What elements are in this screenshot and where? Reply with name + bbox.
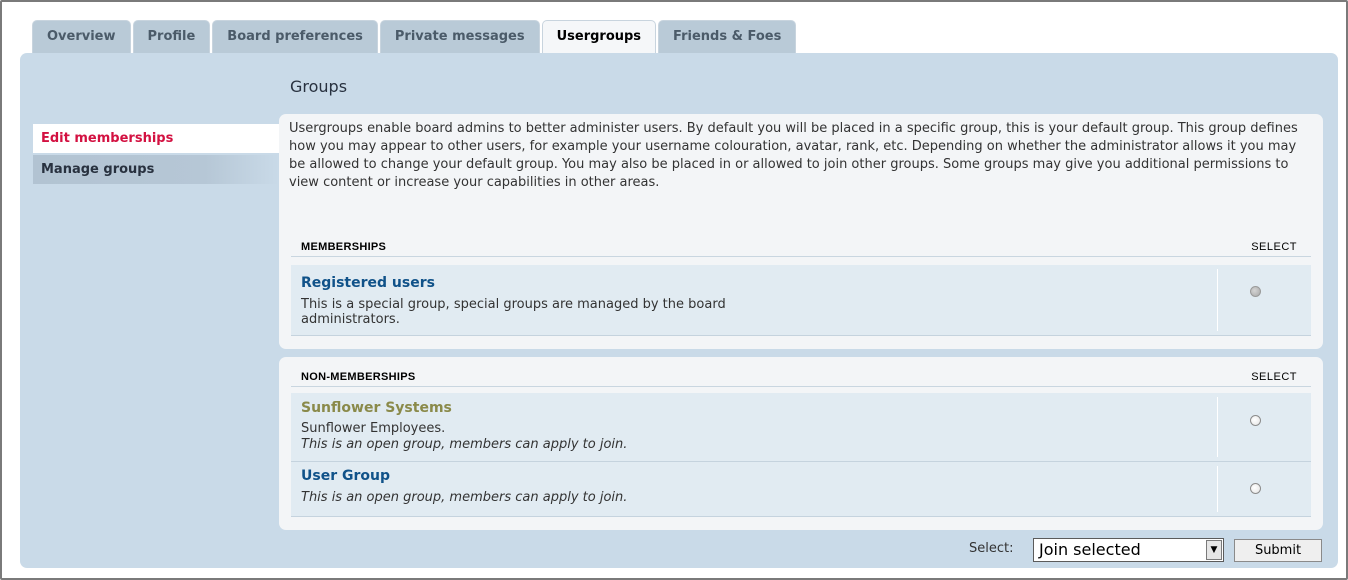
dropdown-arrow-icon[interactable]: ▼ xyxy=(1206,540,1222,560)
non-memberships-header: NON-MEMBERSHIPS SELECT xyxy=(291,364,1311,387)
action-select-value: Join selected xyxy=(1039,540,1141,559)
action-select[interactable]: Join selected ▼ xyxy=(1033,538,1224,562)
group-link-sunflower-systems[interactable]: Sunflower Systems xyxy=(301,400,452,416)
table-row: Registered users This is a special group… xyxy=(291,265,1311,336)
non-memberships-header-label: NON-MEMBERSHIPS xyxy=(301,371,416,383)
memberships-box: Usergroups enable board admins to better… xyxy=(279,114,1323,349)
row-divider xyxy=(1217,397,1218,457)
group-link-registered-users[interactable]: Registered users xyxy=(301,275,435,291)
group-link-user-group[interactable]: User Group xyxy=(301,468,390,484)
intro-text: Usergroups enable board admins to better… xyxy=(289,121,1298,190)
tab-usergroups[interactable]: Usergroups xyxy=(541,20,657,54)
table-row: User Group This is an open group, member… xyxy=(291,462,1311,517)
group-radio-registered-users xyxy=(1250,286,1261,297)
memberships-header-label: MEMBERSHIPS xyxy=(301,241,387,253)
tab-overview[interactable]: Overview xyxy=(32,20,131,53)
tab-friends-foes[interactable]: Friends & Foes xyxy=(658,20,797,53)
tab-bar: Overview Profile Board preferences Priva… xyxy=(32,20,798,54)
group-radio-user-group[interactable] xyxy=(1250,483,1261,494)
tab-board-preferences[interactable]: Board preferences xyxy=(212,20,378,53)
group-open-note: This is an open group, members can apply… xyxy=(301,490,628,505)
select-action-label: Select: xyxy=(969,541,1014,556)
sidebar-menu: Edit memberships Manage groups xyxy=(33,124,279,184)
group-description: Sunflower Employees. xyxy=(301,421,446,436)
memberships-select-label: SELECT xyxy=(1251,241,1297,253)
row-divider xyxy=(1217,269,1218,331)
sidebar-item-edit-memberships[interactable]: Edit memberships xyxy=(33,124,279,153)
tab-profile[interactable]: Profile xyxy=(132,20,211,53)
non-memberships-box: NON-MEMBERSHIPS SELECT Sunflower Systems… xyxy=(279,357,1323,530)
sidebar-item-manage-groups[interactable]: Manage groups xyxy=(33,155,279,184)
submit-button[interactable]: Submit xyxy=(1234,539,1322,562)
tab-private-messages[interactable]: Private messages xyxy=(379,20,540,53)
group-description: This is a special group, special groups … xyxy=(301,297,726,327)
memberships-header: MEMBERSHIPS SELECT xyxy=(291,234,1311,257)
group-open-note: This is an open group, members can apply… xyxy=(301,437,628,452)
non-memberships-select-label: SELECT xyxy=(1251,371,1297,383)
page-title: Groups xyxy=(290,77,348,96)
table-row: Sunflower Systems Sunflower Employees. T… xyxy=(291,393,1311,462)
row-divider xyxy=(1217,466,1218,512)
group-radio-sunflower-systems[interactable] xyxy=(1250,415,1261,426)
